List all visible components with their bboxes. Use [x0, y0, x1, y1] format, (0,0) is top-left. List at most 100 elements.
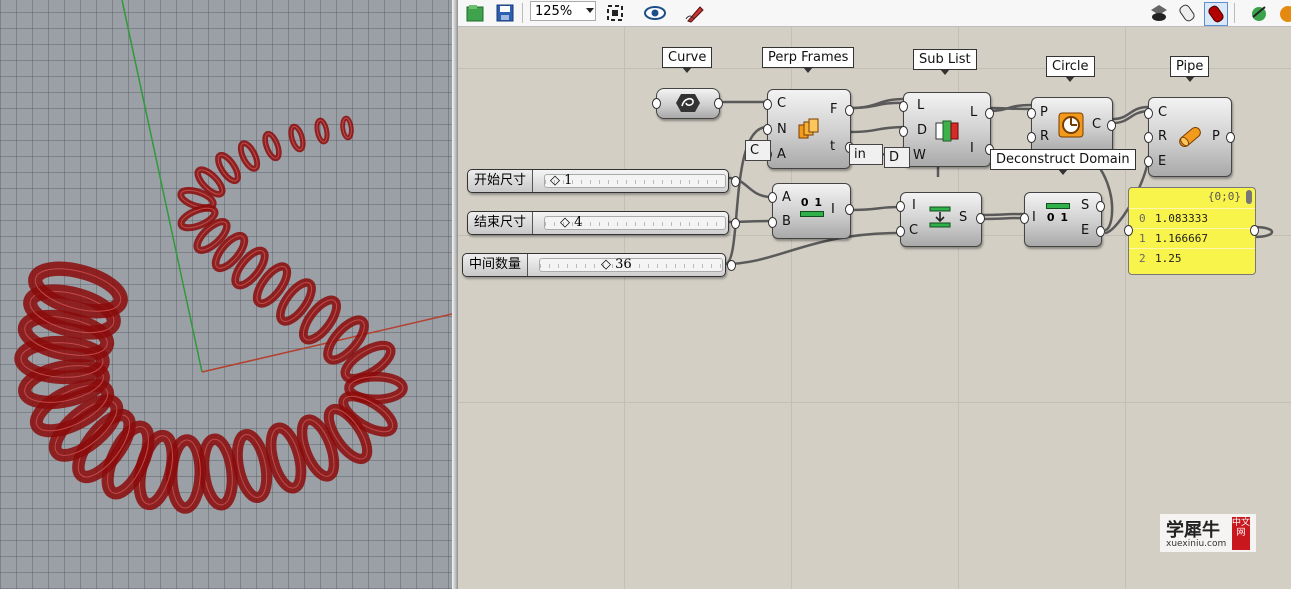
pipe-rings: [14, 115, 408, 514]
input-grip[interactable]: [763, 99, 772, 110]
port-r: R: [1158, 129, 1168, 144]
pipe-label: Pipe: [1170, 56, 1210, 82]
panel-row: 1 1.166667: [1129, 228, 1255, 249]
port-r: R: [1040, 129, 1050, 144]
output-grip[interactable]: [985, 108, 994, 119]
construct-domain-component[interactable]: A B I 0 1: [768, 183, 854, 239]
input-grip[interactable]: [768, 217, 777, 228]
panel-output-grip[interactable]: [1250, 225, 1259, 236]
port-a: A: [777, 147, 786, 162]
circle-component[interactable]: P R C: [1027, 97, 1116, 154]
input-grip[interactable]: [896, 226, 905, 237]
slider-value: ◇ 4: [560, 215, 583, 230]
slider-value: ◇ 36: [601, 257, 632, 272]
input-grip[interactable]: [763, 124, 772, 135]
construct-domain-label-fragment-right: in: [849, 144, 883, 165]
bake-icon[interactable]: [1248, 2, 1270, 24]
curve-icon: [676, 94, 700, 112]
input-grip[interactable]: [1144, 156, 1153, 167]
panel-input-grip[interactable]: [1124, 225, 1133, 236]
wireframe-icon[interactable]: [1176, 2, 1198, 24]
port-c: C: [1158, 105, 1168, 120]
input-grip[interactable]: [1144, 132, 1153, 143]
port-t: t: [830, 139, 836, 154]
sub-list-component[interactable]: L D W L I: [899, 92, 994, 167]
remap-component[interactable]: I C S: [896, 192, 985, 247]
port-i-out: I: [970, 141, 974, 156]
construct-domain-label-fragment: C: [745, 140, 771, 161]
port-f: F: [830, 102, 838, 117]
input-grip[interactable]: [768, 192, 777, 203]
output-grip[interactable]: [731, 176, 740, 187]
port-e-out: E: [1081, 223, 1090, 238]
output-grip[interactable]: [1096, 226, 1105, 237]
slider-name: 中间数量: [463, 254, 529, 276]
output-grip[interactable]: [727, 260, 736, 271]
shaded-preview-icon[interactable]: [1148, 2, 1170, 24]
output-grip[interactable]: [1096, 201, 1105, 212]
sphere-icon[interactable]: [1274, 2, 1291, 24]
output-grip[interactable]: [845, 105, 854, 116]
preview-red-icon[interactable]: [1204, 2, 1228, 26]
port-p-out: P: [1212, 129, 1220, 144]
perp-frames-icon: [798, 118, 819, 139]
construct-domain-icon: 0 1: [799, 196, 825, 217]
zoom-extents-icon[interactable]: [604, 2, 626, 24]
input-grip[interactable]: [899, 101, 908, 112]
sub-list-label-fragment: D: [884, 147, 910, 168]
output-grip[interactable]: [845, 204, 854, 215]
slider-count[interactable]: 中间数量 ◇ 36: [462, 253, 736, 277]
input-grip[interactable]: [1027, 108, 1036, 119]
slider-start-size[interactable]: 开始尺寸 ◇ 1: [467, 169, 740, 193]
circle-icon: [1058, 112, 1084, 138]
open-icon[interactable]: [464, 2, 486, 24]
port-s-out: S: [959, 210, 968, 225]
grasshopper-canvas[interactable]: Curve Perp Frames C N A F t C in Sub Lis…: [458, 27, 1291, 589]
port-l: L: [917, 98, 925, 113]
output-grip[interactable]: [1226, 132, 1235, 143]
output-grip[interactable]: [976, 213, 985, 224]
pipe-component[interactable]: C R E P: [1144, 97, 1235, 177]
slider-value: ◇ 1: [550, 173, 573, 188]
remap-icon: [929, 206, 951, 228]
y-axis: [121, 0, 203, 373]
port-s-out: S: [1081, 198, 1090, 213]
port-d: D: [917, 123, 928, 138]
input-grip[interactable]: [1020, 213, 1029, 224]
panel-path: {0;0}: [1207, 190, 1241, 203]
output-grip[interactable]: [731, 218, 740, 229]
sub-list-label: Sub List: [913, 49, 977, 75]
preview-icon[interactable]: [644, 2, 666, 24]
port-c-out: C: [1092, 117, 1102, 132]
sub-list-icon: [935, 120, 959, 142]
sketch-icon[interactable]: [684, 2, 706, 24]
deconstruct-domain-component[interactable]: I S E 0 1: [1020, 192, 1105, 247]
rhino-viewport[interactable]: [0, 0, 452, 589]
input-grip[interactable]: [652, 98, 661, 109]
curve-param[interactable]: [652, 88, 723, 119]
slider-name: 开始尺寸: [468, 170, 534, 192]
data-panel[interactable]: {0;0} 0 1.083333 1 1.166667 2 1.25: [1128, 187, 1256, 275]
input-grip[interactable]: [896, 201, 905, 212]
chevron-down-icon[interactable]: [586, 8, 594, 13]
slider-end-size[interactable]: 结束尺寸 ◇ 4: [467, 211, 740, 235]
port-n: N: [777, 122, 787, 137]
input-grip[interactable]: [899, 126, 908, 137]
grasshopper-window: 125% Curve Perp Frames C N A F t C in Su…: [458, 0, 1291, 589]
port-i: I: [912, 198, 916, 213]
port-c: C: [909, 223, 919, 238]
panel-row: 2 1.25: [1129, 248, 1255, 269]
save-icon[interactable]: [494, 2, 516, 24]
output-grip[interactable]: [1107, 120, 1116, 131]
perp-frames-label: Perp Frames: [762, 47, 855, 73]
canvas-toolbar: 125%: [458, 0, 1291, 27]
input-grip[interactable]: [1027, 132, 1036, 143]
port-c: C: [777, 96, 787, 111]
port-b: B: [782, 214, 791, 229]
output-grip[interactable]: [714, 98, 723, 109]
perp-frames-component[interactable]: C N A F t: [763, 89, 854, 169]
port-i: I: [1032, 210, 1036, 225]
input-grip[interactable]: [1144, 108, 1153, 119]
panel-scrollbar[interactable]: [1246, 190, 1252, 204]
pipe-icon: [1179, 127, 1201, 147]
